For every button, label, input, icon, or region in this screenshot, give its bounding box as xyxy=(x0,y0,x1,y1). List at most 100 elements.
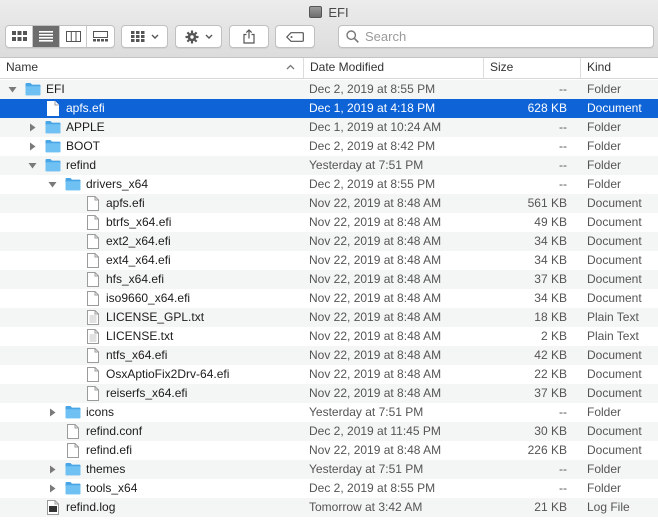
file-row[interactable]: ntfs_x64.efi Nov 22, 2019 at 8:48 AM 42 KB… xyxy=(0,346,658,365)
search-icon xyxy=(346,30,359,43)
folder-row[interactable]: EFI Dec 2, 2019 at 8:55 PM -- Folder xyxy=(0,80,658,99)
disclosure-open-icon[interactable] xyxy=(28,161,37,170)
file-row[interactable]: apfs.efi Nov 22, 2019 at 8:48 AM 561 KB Doc… xyxy=(0,194,658,213)
file-name[interactable]: apfs.efi xyxy=(66,99,105,118)
folder-row[interactable]: refind Yesterday at 7:51 PM -- Folder xyxy=(0,156,658,175)
file-row[interactable]: ext4_x64.efi Nov 22, 2019 at 8:48 AM 34 KB… xyxy=(0,251,658,270)
file-row[interactable]: refind.efi Nov 22, 2019 at 8:48 AM 226 KB D… xyxy=(0,441,658,460)
disclosure-closed-icon[interactable] xyxy=(48,465,57,474)
file-name[interactable]: APPLE xyxy=(66,118,105,137)
file-size: 21 KB xyxy=(534,500,567,514)
folder-row[interactable]: tools_x64 Dec 2, 2019 at 8:55 PM -- Folder xyxy=(0,479,658,498)
share-button[interactable] xyxy=(229,25,269,48)
file-name[interactable]: tools_x64 xyxy=(86,479,137,498)
folder-row[interactable]: themes Yesterday at 7:51 PM -- Folder xyxy=(0,460,658,479)
file-name[interactable]: ext2_x64.efi xyxy=(106,232,171,251)
file-name[interactable]: refind.efi xyxy=(86,441,132,460)
file-size: -- xyxy=(559,481,567,495)
file-row[interactable]: refind.conf Dec 2, 2019 at 11:45 PM 30 KB D… xyxy=(0,422,658,441)
text-file-icon xyxy=(87,310,99,325)
size-column-header[interactable]: Size xyxy=(483,58,580,78)
file-row[interactable]: ext2_x64.efi Nov 22, 2019 at 8:48 AM 34 KB… xyxy=(0,232,658,251)
group-grid-icon xyxy=(130,31,144,42)
document-icon xyxy=(87,196,99,211)
file-name[interactable]: icons xyxy=(86,403,114,422)
file-row[interactable]: LICENSE.txt Nov 22, 2019 at 8:48 AM 2 KB Pl… xyxy=(0,327,658,346)
gallery-view-button[interactable] xyxy=(87,26,114,47)
date-modified: Yesterday at 7:51 PM xyxy=(309,405,424,419)
file-name[interactable]: drivers_x64 xyxy=(86,175,148,194)
file-name[interactable]: iso9660_x64.efi xyxy=(106,289,190,308)
file-kind: Document xyxy=(587,101,642,115)
folder-row[interactable]: drivers_x64 Dec 2, 2019 at 8:55 PM -- Folde… xyxy=(0,175,658,194)
disclosure-closed-icon[interactable] xyxy=(48,408,57,417)
file-size: -- xyxy=(559,177,567,191)
file-name[interactable]: refind.conf xyxy=(86,422,142,441)
file-row[interactable]: hfs_x64.efi Nov 22, 2019 at 8:48 AM 37 KB D… xyxy=(0,270,658,289)
file-size: 34 KB xyxy=(534,253,567,267)
icon-view-button[interactable] xyxy=(6,26,33,47)
date-modified: Dec 1, 2019 at 10:24 AM xyxy=(309,120,442,134)
tag-icon xyxy=(286,31,304,42)
file-name[interactable]: reiserfs_x64.efi xyxy=(106,384,187,403)
column-view-button[interactable] xyxy=(60,26,87,47)
file-name[interactable]: LICENSE_GPL.txt xyxy=(106,308,204,327)
file-row[interactable]: OsxAptioFix2Drv-64.efi Nov 22, 2019 at 8:… xyxy=(0,365,658,384)
file-kind: Folder xyxy=(587,462,622,476)
file-name[interactable]: refind.log xyxy=(66,498,115,517)
file-row[interactable]: iso9660_x64.efi Nov 22, 2019 at 8:48 AM 34… xyxy=(0,289,658,308)
disclosure-closed-icon[interactable] xyxy=(28,142,37,151)
file-row[interactable]: reiserfs_x64.efi Nov 22, 2019 at 8:48 AM 3… xyxy=(0,384,658,403)
disclosure-open-icon[interactable] xyxy=(8,85,17,94)
tags-button[interactable] xyxy=(275,25,315,48)
file-name[interactable]: refind xyxy=(66,156,96,175)
file-kind: Folder xyxy=(587,177,622,191)
name-column-label: Name xyxy=(6,60,39,74)
folder-row[interactable]: icons Yesterday at 7:51 PM -- Folder xyxy=(0,403,658,422)
file-size: 628 KB xyxy=(527,101,567,115)
file-kind: Folder xyxy=(587,82,622,96)
disclosure-closed-icon[interactable] xyxy=(28,123,37,132)
list-view-button[interactable] xyxy=(33,26,60,47)
folder-row[interactable]: BOOT Dec 2, 2019 at 8:42 PM -- Folder xyxy=(0,137,658,156)
file-name[interactable]: btrfs_x64.efi xyxy=(106,213,171,232)
folder-icon xyxy=(65,406,81,419)
file-kind: Folder xyxy=(587,481,622,495)
file-name[interactable]: BOOT xyxy=(66,137,100,156)
file-kind: Document xyxy=(587,443,642,457)
file-name[interactable]: apfs.efi xyxy=(106,194,145,213)
action-menu-button[interactable] xyxy=(175,25,222,48)
file-kind: Document xyxy=(587,348,642,362)
file-kind: Plain Text xyxy=(587,310,639,324)
kind-column-header[interactable]: Kind xyxy=(580,58,658,78)
name-column-header[interactable]: Name xyxy=(0,58,303,78)
disclosure-closed-icon[interactable] xyxy=(48,484,57,493)
file-size: 49 KB xyxy=(534,215,567,229)
disclosure-open-icon[interactable] xyxy=(48,180,57,189)
file-row[interactable]: refind.log Tomorrow at 3:42 AM 21 KB Log Fi… xyxy=(0,498,658,517)
file-name[interactable]: EFI xyxy=(46,80,65,99)
date-column-header[interactable]: Date Modified xyxy=(303,58,483,78)
chevron-down-icon xyxy=(151,34,158,39)
file-row[interactable]: LICENSE_GPL.txt Nov 22, 2019 at 8:48 AM 18… xyxy=(0,308,658,327)
file-row[interactable]: apfs.efi Dec 1, 2019 at 4:18 PM 628 KB Docu… xyxy=(0,99,658,118)
group-by-button[interactable] xyxy=(121,25,168,48)
file-name[interactable]: themes xyxy=(86,460,125,479)
gear-icon xyxy=(185,30,198,43)
folder-row[interactable]: APPLE Dec 1, 2019 at 10:24 AM -- Folder xyxy=(0,118,658,137)
file-name[interactable]: OsxAptioFix2Drv-64.efi xyxy=(106,365,229,384)
file-kind: Folder xyxy=(587,139,622,153)
search-field[interactable] xyxy=(338,25,654,48)
file-name[interactable]: LICENSE.txt xyxy=(106,327,173,346)
document-icon xyxy=(87,291,99,306)
file-name[interactable]: ext4_x64.efi xyxy=(106,251,171,270)
file-size: 30 KB xyxy=(534,424,567,438)
file-name[interactable]: hfs_x64.efi xyxy=(106,270,164,289)
file-size: 37 KB xyxy=(534,272,567,286)
file-kind: Document xyxy=(587,196,642,210)
share-icon xyxy=(243,29,255,44)
search-input[interactable] xyxy=(365,29,635,44)
file-kind: Folder xyxy=(587,158,622,172)
file-row[interactable]: btrfs_x64.efi Nov 22, 2019 at 8:48 AM 49 K… xyxy=(0,213,658,232)
file-name[interactable]: ntfs_x64.efi xyxy=(106,346,167,365)
